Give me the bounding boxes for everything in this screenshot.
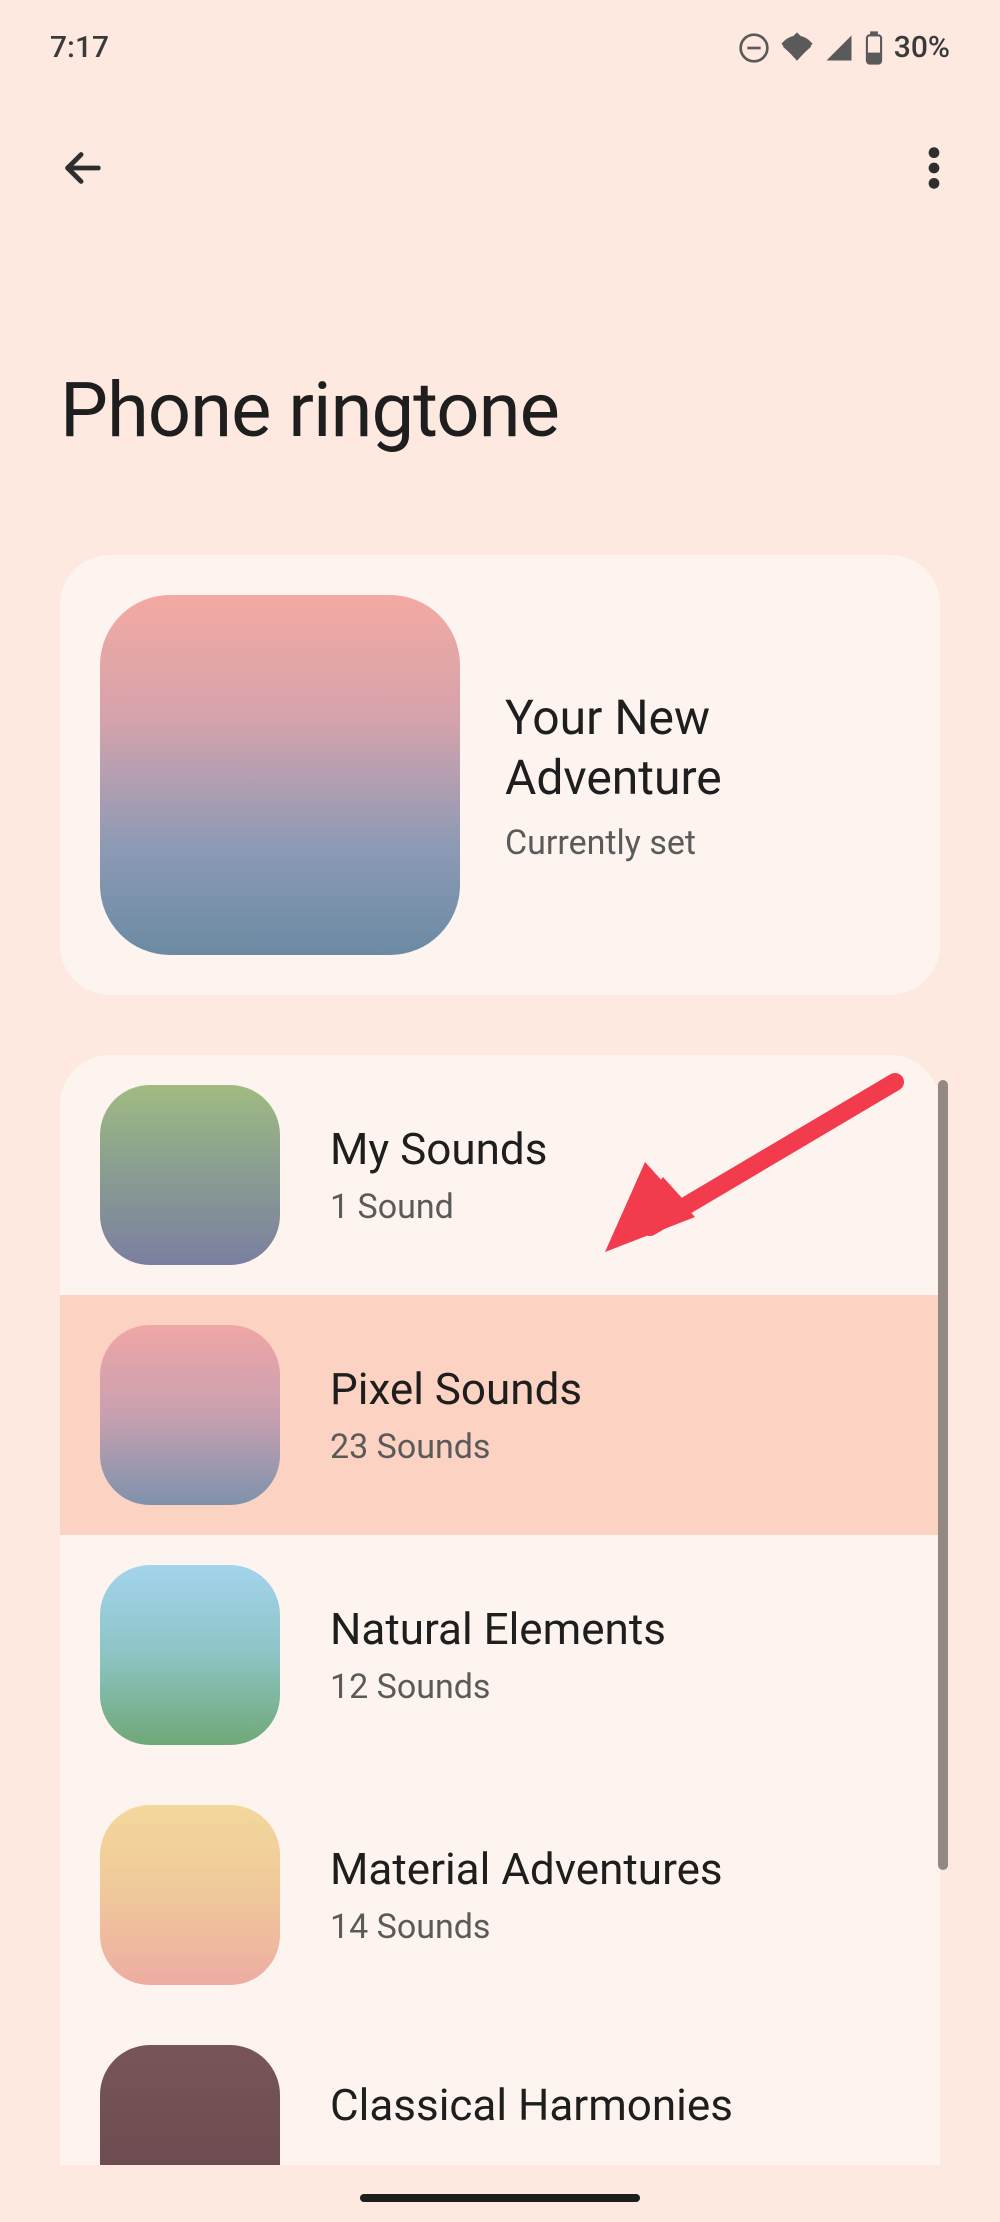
category-subtitle: 23 Sounds [330,1427,582,1467]
battery-icon [864,31,884,65]
category-title: Natural Elements [330,1603,666,1655]
category-title: Pixel Sounds [330,1363,582,1415]
category-subtitle: 12 Sounds [330,1667,666,1707]
category-thumbnail [100,1565,280,1745]
category-title: My Sounds [330,1123,547,1175]
more-button[interactable] [918,135,950,205]
current-ringtone-thumbnail [100,595,460,955]
current-ringtone-subtitle: Currently set [505,823,900,863]
category-info: Natural Elements 12 Sounds [330,1603,666,1707]
category-thumbnail [100,1325,280,1505]
battery-percent: 30% [894,30,950,65]
dnd-icon [738,32,770,64]
category-info: My Sounds 1 Sound [330,1123,547,1227]
category-thumbnail [100,2045,280,2165]
category-subtitle: 14 Sounds [330,1907,723,1947]
category-classical-harmonies[interactable]: Classical Harmonies [60,2015,940,2165]
category-material-adventures[interactable]: Material Adventures 14 Sounds [60,1775,940,2015]
status-time: 7:17 [50,30,109,65]
category-thumbnail [100,1085,280,1265]
category-info: Pixel Sounds 23 Sounds [330,1363,582,1467]
current-ringtone-title: Your New Adventure [505,688,900,808]
scroll-indicator[interactable] [938,1080,948,1870]
category-title: Classical Harmonies [330,2079,733,2131]
wifi-icon [780,31,814,65]
more-vert-icon [928,145,940,191]
status-bar: 7:17 30% [0,0,1000,85]
category-title: Material Adventures [330,1843,723,1895]
signal-icon [824,33,854,63]
current-ringtone-card[interactable]: Your New Adventure Currently set [60,555,940,995]
current-ringtone-info: Your New Adventure Currently set [505,688,900,863]
category-pixel-sounds[interactable]: Pixel Sounds 23 Sounds [60,1295,940,1535]
category-list: My Sounds 1 Sound Pixel Sounds 23 Sounds… [60,1055,940,2165]
category-subtitle: 1 Sound [330,1187,547,1227]
nav-indicator [360,2194,640,2202]
category-thumbnail [100,1805,280,1985]
category-my-sounds[interactable]: My Sounds 1 Sound [60,1055,940,1295]
category-info: Material Adventures 14 Sounds [330,1843,723,1947]
back-button[interactable] [50,135,116,205]
category-info: Classical Harmonies [330,2079,733,2131]
status-right: 30% [738,30,950,65]
back-arrow-icon [60,145,106,191]
page-title: Phone ringtone [0,235,1000,555]
category-natural-elements[interactable]: Natural Elements 12 Sounds [60,1535,940,1775]
nav-bar [0,85,1000,235]
